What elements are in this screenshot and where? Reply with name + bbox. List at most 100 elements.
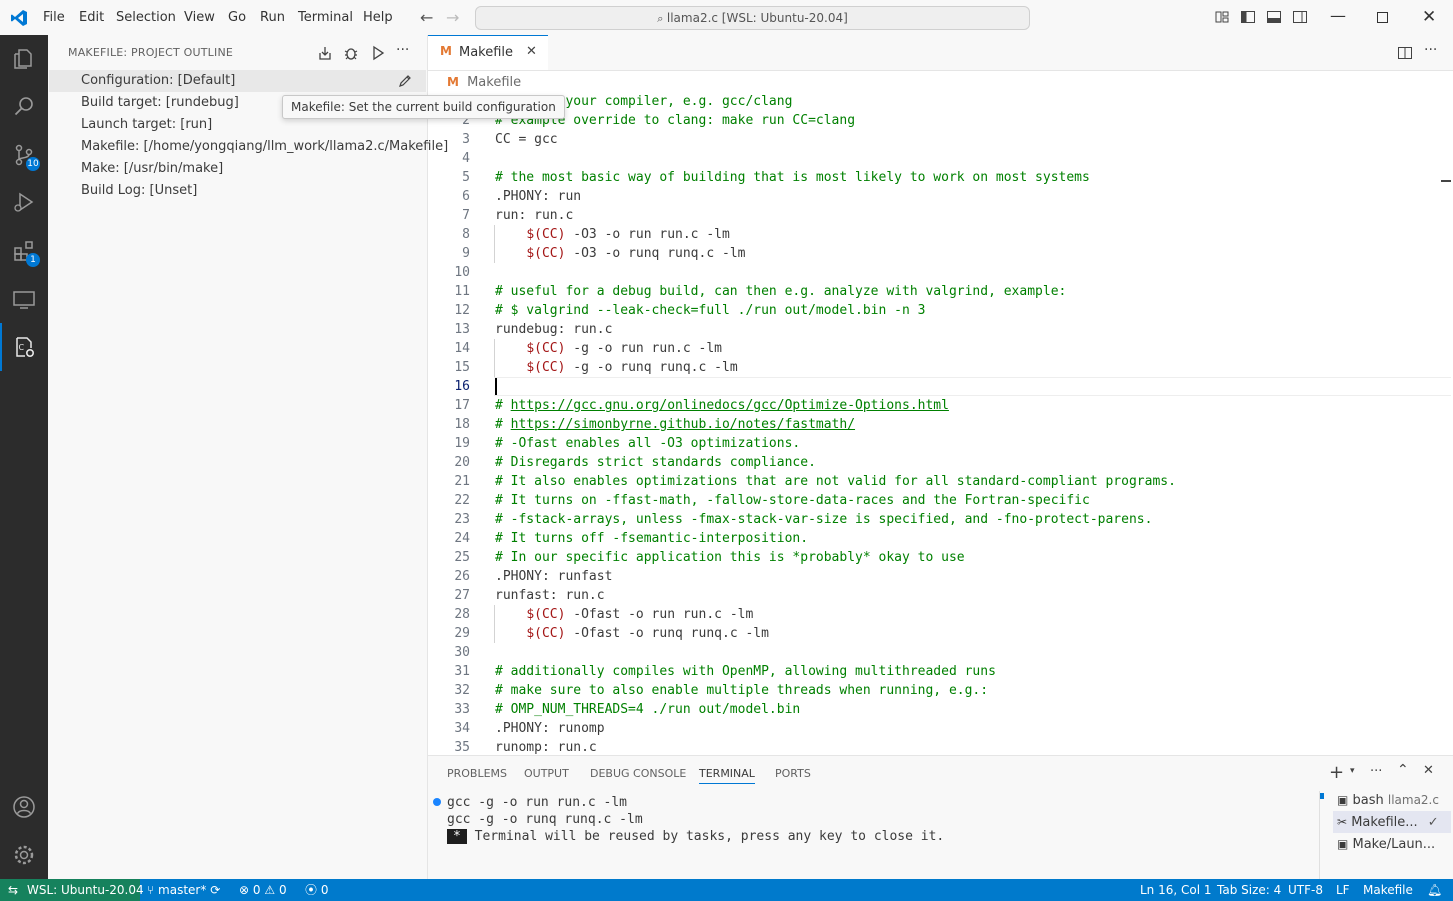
- sidebar-item-make[interactable]: Make: [/usr/bin/make]: [81, 158, 223, 180]
- menu-help[interactable]: Help: [357, 0, 399, 35]
- terminal-list-item-bash[interactable]: ▣ bash llama2.c: [1337, 789, 1439, 811]
- makefile-tools-icon[interactable]: C: [12, 335, 36, 359]
- line-text: $(CC) -Ofast -o run run.c -lm: [495, 605, 753, 624]
- more-actions-icon[interactable]: ···: [396, 42, 409, 58]
- search-icon[interactable]: [12, 94, 36, 118]
- tab-size[interactable]: Tab Size: 4: [1217, 879, 1281, 901]
- remote-indicator[interactable]: ⇆ WSL: Ubuntu-20.04: [0, 879, 144, 901]
- accounts-icon[interactable]: [12, 795, 36, 819]
- panel-more-actions-icon[interactable]: ···: [1370, 764, 1382, 779]
- line-text: # -fstack-arrays, unless -fmax-stack-var…: [495, 510, 1152, 529]
- command-center[interactable]: ⌕ llama2.c [WSL: Ubuntu-20.04]: [475, 6, 1030, 30]
- code-token: -Ofast -o run run.c -lm: [565, 607, 754, 622]
- warning-icon: ⚠: [264, 883, 276, 897]
- edit-pencil-icon[interactable]: [397, 73, 413, 89]
- customize-layout-icon[interactable]: [1214, 9, 1230, 25]
- terminal-list-item-makefile[interactable]: ✂ Makefile... ✓: [1337, 811, 1439, 833]
- menu-go[interactable]: Go: [222, 0, 252, 35]
- error-icon: ⊗: [239, 883, 250, 897]
- menu-selection[interactable]: Selection: [110, 0, 182, 35]
- manage-gear-icon[interactable]: [12, 843, 36, 867]
- cursor-position[interactable]: Ln 16, Col 1: [1140, 879, 1212, 901]
- menu-terminal[interactable]: Terminal: [292, 0, 359, 35]
- source-control-item[interactable]: 10: [0, 131, 48, 179]
- code-line: 31 # additionally compiles with OpenMP, a…: [428, 662, 1453, 681]
- tab-makefile[interactable]: M Makefile ✕: [428, 35, 548, 70]
- remote-label: WSL: Ubuntu-20.04: [27, 883, 144, 897]
- problems-item[interactable]: ⊗ 0 ⚠ 0: [239, 879, 287, 901]
- line-text: # additionally compiles with OpenMP, all…: [495, 662, 996, 681]
- code-line: 10: [428, 263, 1453, 282]
- maximize-icon[interactable]: [1377, 12, 1388, 23]
- remote-explorer-icon[interactable]: [12, 288, 36, 312]
- debug-bug-icon[interactable]: [343, 45, 359, 61]
- encoding[interactable]: UTF-8: [1288, 879, 1323, 901]
- menu-file[interactable]: File: [37, 0, 71, 35]
- tab-ports[interactable]: PORTS: [775, 765, 811, 783]
- line-text: # the most basic way of building that is…: [495, 168, 1090, 187]
- code-editor[interactable]: 1# choose your compiler, e.g. gcc/clang2…: [428, 92, 1453, 754]
- branch-item[interactable]: ⑂ master* ⟳: [147, 879, 220, 901]
- code-token: .PHONY: run: [495, 189, 582, 204]
- toggle-panel-icon[interactable]: [1266, 9, 1282, 25]
- line-text: CC = gcc: [495, 130, 558, 149]
- tab-terminal[interactable]: TERMINAL: [699, 765, 755, 784]
- sidebar-item-build-log[interactable]: Build Log: [Unset]: [81, 180, 197, 202]
- indent-guide: [494, 605, 495, 643]
- line-number: 22: [454, 493, 470, 508]
- close-window-icon[interactable]: ✕: [1422, 7, 1436, 27]
- indent-guide: [494, 225, 495, 263]
- end-of-line[interactable]: LF: [1336, 879, 1350, 901]
- terminal-list-item-make-launch[interactable]: ▣ Make/Laun...: [1337, 833, 1435, 855]
- vscode-logo-icon[interactable]: [10, 9, 28, 27]
- line-number: 33: [454, 702, 470, 717]
- sidebar-item-launch-target[interactable]: Launch target: [run]: [81, 114, 212, 136]
- back-arrow-icon[interactable]: ←: [420, 8, 433, 27]
- line-text: $(CC) -g -o run run.c -lm: [495, 339, 722, 358]
- notifications-bell-icon[interactable]: 🔔︎: [1427, 879, 1442, 901]
- sidebar-item-build-target[interactable]: Build target: [rundebug]: [81, 92, 239, 114]
- line-number: 27: [454, 588, 470, 603]
- menu-view[interactable]: View: [178, 0, 221, 35]
- line-text: $(CC) -O3 -o run run.c -lm: [495, 225, 730, 244]
- sidebar-item-configuration[interactable]: Configuration: [Default]: [81, 70, 235, 92]
- tab-problems[interactable]: PROBLEMS: [447, 765, 507, 783]
- editor-more-actions-icon[interactable]: ···: [1424, 42, 1437, 58]
- toggle-primary-sidebar-icon[interactable]: [1240, 9, 1256, 25]
- line-number: 34: [454, 721, 470, 736]
- code-token: $(CC): [526, 607, 566, 622]
- search-icon: ⌕: [657, 12, 667, 25]
- chevron-down-icon[interactable]: ▾: [1350, 766, 1355, 776]
- run-play-icon[interactable]: [370, 45, 386, 61]
- build-icon[interactable]: [317, 45, 333, 61]
- maximize-panel-chevron-up-icon[interactable]: ⌃: [1397, 762, 1409, 778]
- sidebar-item-makefile[interactable]: Makefile: [/home/yongqiang/llm_work/llam…: [81, 136, 448, 158]
- run-debug-icon[interactable]: [12, 190, 36, 214]
- split-editor-icon[interactable]: [1397, 45, 1413, 61]
- code-link[interactable]: https://gcc.gnu.org/onlinedocs/gcc/Optim…: [511, 398, 949, 413]
- forward-arrow-icon[interactable]: →: [446, 8, 459, 27]
- breadcrumb[interactable]: M Makefile: [447, 71, 521, 93]
- code-line: 12 # $ valgrind --leak-check=full ./run o…: [428, 301, 1453, 320]
- close-panel-icon[interactable]: ✕: [1423, 763, 1434, 778]
- ports-item[interactable]: ⦿ 0: [305, 879, 328, 901]
- toggle-secondary-sidebar-icon[interactable]: [1292, 9, 1308, 25]
- menu-run[interactable]: Run: [254, 0, 291, 35]
- code-token: -O3 -o run run.c -lm: [565, 227, 730, 242]
- code-token: $(CC): [526, 227, 566, 242]
- tab-output[interactable]: OUTPUT: [524, 765, 569, 783]
- error-count: 0: [252, 883, 261, 897]
- minimize-icon[interactable]: —: [1330, 6, 1346, 25]
- explorer-icon[interactable]: [12, 47, 36, 71]
- new-terminal-plus-icon[interactable]: +: [1329, 762, 1344, 783]
- makefile-m-icon: M: [440, 44, 452, 58]
- tab-debug-console[interactable]: DEBUG CONSOLE: [590, 765, 686, 783]
- code-token: -O3 -o runq runq.c -lm: [565, 246, 746, 261]
- tab-close-icon[interactable]: ✕: [526, 44, 537, 59]
- code-token: # OMP_NUM_THREADS=4 ./run out/model.bin: [495, 702, 801, 717]
- extensions-item[interactable]: 1: [0, 227, 48, 275]
- menu-edit[interactable]: Edit: [73, 0, 110, 35]
- line-number: 4: [462, 151, 470, 166]
- code-link[interactable]: https://simonbyrne.github.io/notes/fastm…: [511, 417, 855, 432]
- language-mode[interactable]: Makefile: [1363, 879, 1413, 901]
